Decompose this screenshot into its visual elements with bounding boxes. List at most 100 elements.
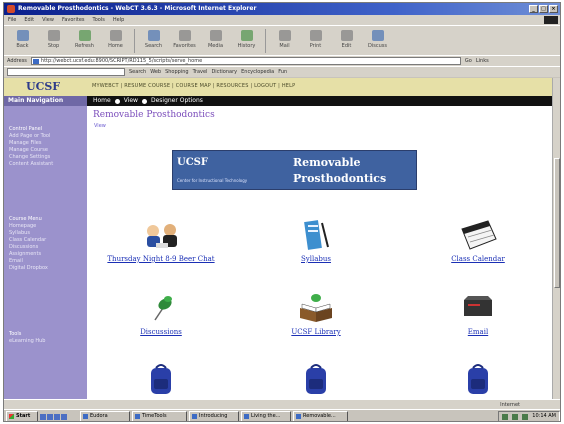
home-button[interactable]: Home	[101, 29, 130, 53]
tool-syllabus[interactable]: Syllabus	[256, 217, 376, 263]
vertical-scrollbar[interactable]	[552, 78, 560, 399]
tray-icon[interactable]	[502, 413, 509, 420]
history-button[interactable]: History	[232, 29, 261, 53]
quick-launch-icon[interactable]	[61, 413, 67, 420]
sidebar-item[interactable]: Digital Dropbox	[9, 265, 48, 272]
tool-class-calendar[interactable]: Class Calendar	[418, 217, 538, 263]
discuss-icon	[371, 30, 384, 41]
tool-label[interactable]: Discussions	[101, 328, 221, 336]
tool-beer-chat[interactable]: Thursday Night 8-9 Beer Chat	[101, 217, 221, 263]
discuss-button[interactable]: Discuss	[363, 29, 392, 53]
tool-label[interactable]: UCSF Library	[256, 328, 376, 336]
open-book-icon	[296, 290, 336, 326]
edit-button[interactable]: Edit	[332, 29, 361, 53]
favorites-button[interactable]: Favorites	[170, 29, 199, 53]
sidebar-item[interactable]: Email	[9, 258, 48, 265]
system-tray: 10:14 AM	[498, 411, 560, 421]
sidebar-item[interactable]: Syllabus	[9, 230, 48, 237]
tray-icon[interactable]	[512, 413, 519, 420]
links-button[interactable]: Links	[476, 58, 489, 64]
taskbar-item-eudora[interactable]: Eudora	[80, 411, 130, 421]
tool-label[interactable]: Syllabus	[256, 255, 376, 263]
sidebar-item[interactable]: eLearning Hub	[9, 338, 45, 345]
media-button[interactable]: Media	[201, 29, 230, 53]
menu-favorites[interactable]: Favorites	[62, 15, 85, 25]
menu-edit[interactable]: Edit	[24, 15, 34, 25]
stop-button[interactable]: Stop	[39, 29, 68, 53]
address-input[interactable]: http://webct.ucsf.edu:8900/SCRIPT/RD115_…	[30, 57, 461, 65]
breadcrumb: Home View Designer Options	[87, 96, 560, 106]
tool-ucsf-library[interactable]: UCSF Library	[256, 290, 376, 336]
go-button[interactable]: Go	[465, 58, 472, 64]
sidebar-item[interactable]: Change Settings	[9, 154, 53, 161]
close-button[interactable]: ×	[549, 5, 558, 13]
page-icon	[32, 59, 39, 64]
tool-backpack[interactable]	[418, 360, 538, 396]
sidebar-title: Main Navigation	[4, 96, 87, 106]
standard-toolbar: Back Stop Refresh Home Search Favorites …	[4, 25, 560, 55]
pushpin-icon	[141, 290, 181, 326]
breadcrumb-designer-options[interactable]: Designer Options	[151, 96, 203, 106]
menu-tools[interactable]: Tools	[93, 15, 105, 25]
sidebar-item[interactable]: Homepage	[9, 223, 48, 230]
tool-email[interactable]: Email	[418, 290, 538, 336]
toolbar-search-input[interactable]	[7, 68, 125, 76]
sidebar-item[interactable]: Manage Files	[9, 140, 53, 147]
sidebar-item[interactable]: Manage Course	[9, 147, 53, 154]
refresh-button[interactable]: Refresh	[70, 29, 99, 53]
taskbar-item-living[interactable]: Living the...	[241, 411, 291, 421]
menu-view[interactable]: View	[42, 15, 54, 25]
back-button[interactable]: Back	[8, 29, 37, 53]
taskbar-item-removable[interactable]: Removable...	[293, 411, 348, 421]
tool-label[interactable]: Email	[418, 328, 538, 336]
tool-backpack[interactable]	[256, 360, 376, 396]
toolbar-divider	[265, 29, 266, 53]
mail-icon	[278, 30, 291, 41]
breadcrumb-home[interactable]: Home	[93, 96, 111, 106]
webct-top-nav[interactable]: MYWEBCT | RESUME COURSE | COURSE MAP | R…	[92, 83, 295, 89]
maximize-button[interactable]: □	[539, 5, 548, 13]
course-view-link[interactable]: View	[94, 123, 106, 129]
tool-label[interactable]: Class Calendar	[418, 255, 538, 263]
tool-discussions[interactable]: Discussions	[101, 290, 221, 336]
toolbar-link-encyclopedia[interactable]: Encyclopedia	[241, 69, 274, 75]
start-button[interactable]: Start	[6, 411, 38, 421]
sidebar-item[interactable]: Discussions	[9, 244, 48, 251]
sidebar-item[interactable]: Content Assistant	[9, 161, 53, 168]
toolbar-link-dictionary[interactable]: Dictionary	[211, 69, 237, 75]
sidebar-item[interactable]: Class Calendar	[9, 237, 48, 244]
banner-course-name: Removable Prosthodontics	[293, 156, 387, 185]
sidebar-heading[interactable]: Course Menu	[9, 216, 48, 223]
tool-backpack[interactable]	[101, 360, 221, 396]
toolbar-search-button[interactable]: Search	[129, 69, 146, 75]
minimize-button[interactable]: _	[529, 5, 538, 13]
breadcrumb-view[interactable]: View	[124, 96, 138, 106]
menu-help[interactable]: Help	[113, 15, 124, 25]
ucsf-logo[interactable]: UCSF	[4, 78, 87, 96]
quick-launch-icon[interactable]	[47, 413, 53, 420]
toolbar-link-shopping[interactable]: Shopping	[165, 69, 188, 75]
backpack-icon	[296, 360, 336, 396]
favorites-icon	[178, 30, 191, 41]
quick-launch-icon[interactable]	[40, 413, 46, 420]
menu-file[interactable]: File	[8, 15, 16, 25]
toolbar-link-travel[interactable]: Travel	[193, 69, 208, 75]
syllabus-pen-icon	[296, 217, 336, 253]
print-button[interactable]: Print	[301, 29, 330, 53]
quick-launch-icon[interactable]	[54, 413, 60, 420]
tool-label[interactable]: Thursday Night 8-9 Beer Chat	[101, 255, 221, 263]
status-bar: Internet	[4, 399, 560, 409]
sidebar-heading[interactable]: Control Panel	[9, 126, 53, 133]
taskbar-item-timetools[interactable]: TimeTools	[132, 411, 187, 421]
address-label: Address	[7, 58, 27, 64]
sidebar-heading[interactable]: Tools	[9, 331, 45, 338]
search-button[interactable]: Search	[139, 29, 168, 53]
sidebar-item[interactable]: Add Page or Tool	[9, 133, 53, 140]
taskbar-item-introducing[interactable]: Introducing	[189, 411, 239, 421]
scrollbar-thumb[interactable]	[554, 158, 560, 288]
sidebar-item[interactable]: Assignments	[9, 251, 48, 258]
tray-icon[interactable]	[522, 413, 529, 420]
toolbar-link-web[interactable]: Web	[150, 69, 161, 75]
toolbar-link-fun[interactable]: Fun	[278, 69, 287, 75]
mail-button[interactable]: Mail	[270, 29, 299, 53]
